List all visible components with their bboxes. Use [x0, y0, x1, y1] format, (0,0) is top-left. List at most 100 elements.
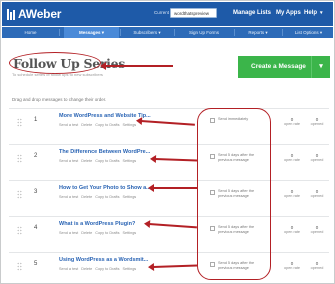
delete-link[interactable]: Delete — [81, 231, 92, 235]
nav-divider — [174, 29, 175, 36]
drag-hint: Drag and drop messages to change their o… — [12, 97, 107, 102]
message-row[interactable]: 3 How to Get Your Photo to Show a... Sen… — [9, 180, 329, 208]
send-test-link[interactable]: Send a test — [59, 159, 78, 163]
nav-list-options-label: List Options — [294, 30, 319, 35]
chevron-down-icon: ▾ — [158, 30, 161, 35]
message-number: 2 — [34, 153, 38, 159]
nav-signup-forms[interactable]: Sign Up Forms — [176, 27, 232, 38]
nav-messages[interactable]: Messages ▾ — [64, 27, 119, 38]
top-header: AWeber Current List: wordthatspreview Ma… — [2, 2, 333, 26]
current-list-select[interactable]: wordthatspreview — [170, 8, 217, 18]
nav-reports[interactable]: Reports ▾ — [236, 27, 280, 38]
settings-link[interactable]: Settings — [122, 159, 136, 163]
drag-handle-icon[interactable] — [17, 262, 22, 271]
message-actions: Send a test Delete Copy to Drafts Settings — [59, 231, 139, 235]
nav-home[interactable]: Home — [2, 27, 59, 38]
main-nav: Home Messages ▾ Subscribers ▾ Sign Up Fo… — [2, 27, 333, 38]
message-number: 5 — [34, 261, 38, 267]
opened-label: opened — [310, 194, 324, 198]
nav-divider — [234, 29, 235, 36]
drag-handle-icon[interactable] — [17, 226, 22, 235]
send-test-link[interactable]: Send a test — [59, 195, 78, 199]
chevron-down-icon: ▾ — [101, 30, 105, 35]
chevron-down-icon: ▾ — [265, 30, 268, 35]
drag-handle-icon[interactable] — [17, 154, 22, 163]
open-rate-stat: 0 open rate — [281, 189, 303, 199]
opened-stat: 0 opened — [306, 225, 328, 235]
chevron-down-icon[interactable]: ▾ — [320, 10, 323, 16]
help-link[interactable]: Help — [304, 10, 317, 16]
open-rate-label: open rate — [283, 158, 301, 162]
opened-label: opened — [310, 158, 324, 162]
settings-link[interactable]: Settings — [122, 231, 136, 235]
open-rate-label: open rate — [283, 230, 301, 234]
chevron-down-icon: ▾ — [319, 30, 323, 35]
copy-to-drafts-link[interactable]: Copy to Drafts — [95, 267, 119, 271]
annotation-arrow-icon — [148, 184, 197, 192]
message-actions: Send a test Delete Copy to Drafts Settings — [59, 267, 139, 271]
nav-subscribers-label: Subscribers — [133, 30, 158, 35]
my-apps-link[interactable]: My Apps — [276, 10, 301, 16]
delete-link[interactable]: Delete — [81, 267, 92, 271]
create-message-label: Create a Message — [251, 63, 306, 70]
create-message-button[interactable]: Create a Message ▾ — [238, 56, 330, 78]
message-number: 1 — [34, 117, 38, 123]
settings-link[interactable]: Settings — [122, 267, 136, 271]
open-rate-stat: 0 open rate — [281, 261, 303, 271]
message-actions: Send a test Delete Copy to Drafts Settings — [59, 123, 139, 127]
send-test-link[interactable]: Send a test — [59, 123, 78, 127]
open-rate-stat: 0 open rate — [281, 153, 303, 163]
send-test-link[interactable]: Send a test — [59, 231, 78, 235]
delete-link[interactable]: Delete — [81, 195, 92, 199]
schedule-highlight-outline — [197, 108, 271, 280]
message-title-link[interactable]: How to Get Your Photo to Show a... — [59, 185, 151, 191]
opened-stat: 0 opened — [306, 153, 328, 163]
screenshot-frame: AWeber Current List: wordthatspreview Ma… — [0, 0, 335, 284]
delete-link[interactable]: Delete — [81, 123, 92, 127]
message-title-link[interactable]: Using WordPress as a Wordsmit... — [59, 257, 148, 263]
app-name: AWeber — [18, 7, 62, 21]
drag-handle-icon[interactable] — [17, 190, 22, 199]
open-rate-label: open rate — [283, 194, 301, 198]
nav-divider — [120, 29, 121, 36]
nav-divider — [59, 29, 60, 36]
manage-lists-link[interactable]: Manage Lists — [233, 10, 271, 16]
opened-label: opened — [310, 230, 324, 234]
nav-messages-label: Messages — [78, 30, 101, 35]
opened-stat: 0 opened — [306, 189, 328, 199]
copy-to-drafts-link[interactable]: Copy to Drafts — [95, 195, 119, 199]
open-rate-stat: 0 open rate — [281, 225, 303, 235]
nav-reports-label: Reports — [248, 30, 265, 35]
nav-list-options[interactable]: List Options ▾ — [284, 27, 333, 38]
message-title-link[interactable]: The Difference Between WordPre... — [59, 149, 150, 155]
drag-handle-icon[interactable] — [17, 118, 22, 127]
send-test-link[interactable]: Send a test — [59, 267, 78, 271]
delete-link[interactable]: Delete — [81, 159, 92, 163]
chevron-down-icon[interactable]: ▾ — [311, 56, 330, 78]
copy-to-drafts-link[interactable]: Copy to Drafts — [95, 123, 119, 127]
settings-link[interactable]: Settings — [122, 123, 136, 127]
settings-link[interactable]: Settings — [122, 195, 136, 199]
nav-subscribers[interactable]: Subscribers ▾ — [122, 27, 172, 38]
message-actions: Send a test Delete Copy to Drafts Settings — [59, 195, 139, 199]
message-actions: Send a test Delete Copy to Drafts Settings — [59, 159, 139, 163]
message-number: 3 — [34, 189, 38, 195]
open-rate-label: open rate — [283, 122, 301, 126]
page-subtitle: To schedule series of follow ups to new … — [12, 72, 103, 77]
opened-label: opened — [310, 266, 324, 270]
opened-stat: 0 opened — [306, 261, 328, 271]
app-logo[interactable]: AWeber — [7, 6, 61, 22]
opened-stat: 0 opened — [306, 117, 328, 127]
annotation-arrow-icon — [100, 62, 173, 70]
copy-to-drafts-link[interactable]: Copy to Drafts — [95, 159, 119, 163]
nav-divider — [282, 29, 283, 36]
copy-to-drafts-link[interactable]: Copy to Drafts — [95, 231, 119, 235]
aweber-logo-icon — [7, 8, 15, 20]
open-rate-label: open rate — [283, 266, 301, 270]
opened-label: opened — [310, 122, 324, 126]
message-number: 4 — [34, 225, 38, 231]
message-row[interactable]: 4 What is a WordPress Plugin? Send a tes… — [9, 216, 329, 244]
title-highlight-circle — [9, 52, 101, 74]
message-title-link[interactable]: What is a WordPress Plugin? — [59, 221, 135, 227]
open-rate-stat: 0 open rate — [281, 117, 303, 127]
